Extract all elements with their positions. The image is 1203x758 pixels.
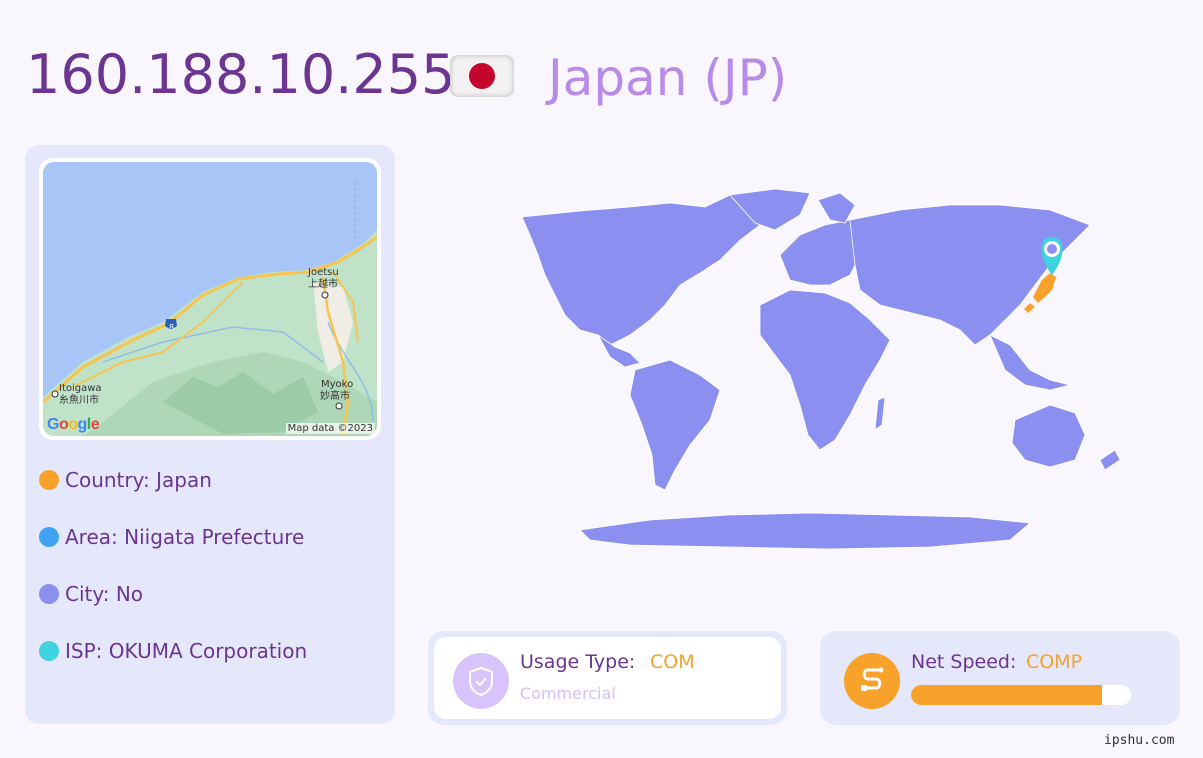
location-map[interactable]: 8 Joetsu 上越市 Itoigawa 糸魚川市 Myoko 妙高市 Goo… bbox=[39, 158, 381, 440]
route-label: 8 bbox=[169, 323, 175, 332]
info-city: City: No bbox=[39, 582, 143, 606]
world-map bbox=[521, 188, 1121, 550]
net-speed-bar-fill bbox=[911, 685, 1103, 705]
area-dot-icon bbox=[39, 527, 59, 547]
map-label-joetsu: Joetsu bbox=[308, 267, 339, 278]
area-text: Area: Niigata Prefecture bbox=[65, 525, 305, 549]
info-isp: ISP: OKUMA Corporation bbox=[39, 639, 307, 663]
country-text: Country: Japan bbox=[65, 468, 212, 492]
info-country: Country: Japan bbox=[39, 468, 212, 492]
isp-dot-icon bbox=[39, 641, 59, 661]
usage-type-description: Commercial bbox=[520, 684, 616, 703]
net-speed-card: Net Speed: COMP bbox=[820, 631, 1180, 725]
map-label-itoigawa: Itoigawa bbox=[59, 383, 102, 394]
usage-type-value: COM bbox=[650, 651, 695, 673]
map-label-myoko: Myoko bbox=[321, 379, 354, 390]
city-text: City: No bbox=[65, 582, 144, 606]
info-area: Area: Niigata Prefecture bbox=[39, 525, 304, 549]
isp-text: ISP: OKUMA Corporation bbox=[65, 639, 308, 663]
location-panel: 8 Joetsu 上越市 Itoigawa 糸魚川市 Myoko 妙高市 Goo… bbox=[25, 145, 395, 724]
watermark: ipshu.com bbox=[1104, 733, 1175, 748]
city-dot-icon bbox=[39, 584, 59, 604]
country-title: Japan (JP) bbox=[548, 49, 788, 107]
japan-flag-icon bbox=[450, 55, 514, 97]
net-speed-bar bbox=[911, 685, 1131, 705]
map-label-itoigawa-jp: 糸魚川市 bbox=[59, 395, 99, 406]
usage-type-label: Usage Type: bbox=[520, 651, 636, 673]
ip-address-title: 160.188.10.255 bbox=[26, 43, 456, 106]
net-speed-label: Net Speed: bbox=[911, 651, 1017, 673]
map-label-joetsu-jp: 上越市 bbox=[308, 279, 338, 290]
usage-type-card: Usage Type: COM Commercial bbox=[428, 631, 787, 725]
google-logo[interactable]: Google bbox=[47, 416, 100, 434]
net-speed-value: COMP bbox=[1026, 651, 1083, 673]
route-icon bbox=[844, 653, 900, 709]
map-label-myoko-jp: 妙高市 bbox=[320, 391, 350, 402]
country-dot-icon bbox=[39, 470, 59, 490]
shield-check-icon bbox=[453, 653, 509, 709]
map-attribution[interactable]: Map data ©2023 bbox=[285, 423, 375, 434]
